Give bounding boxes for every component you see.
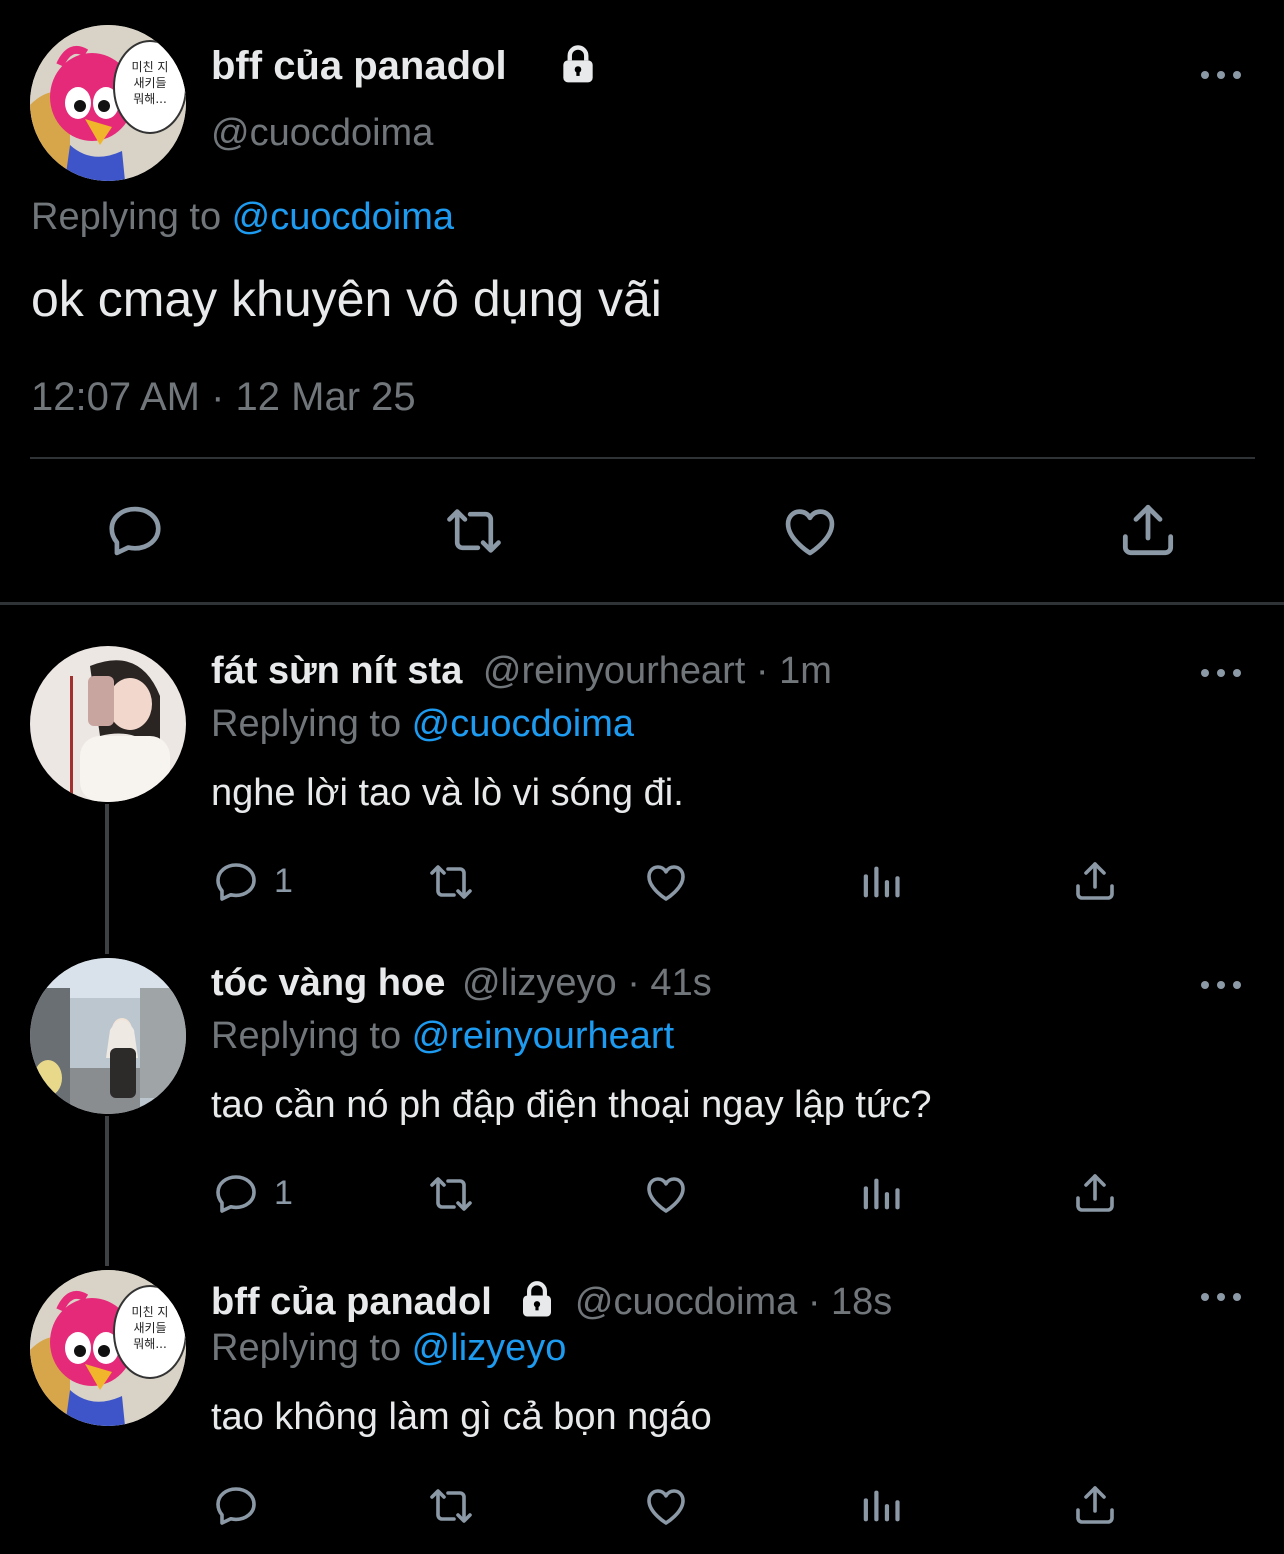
share-icon[interactable] — [1071, 1169, 1119, 1217]
views-icon[interactable] — [858, 858, 904, 906]
author-name[interactable]: tóc vàng hoe — [211, 962, 445, 1004]
reply-header: fát sừn nít sta @reinyourheart · 1m — [211, 650, 832, 693]
tweet-timestamp: 12:07 AM · 12 Mar 25 — [31, 375, 416, 419]
section-divider — [0, 602, 1284, 605]
like-icon[interactable] — [642, 1482, 690, 1530]
replying-label: Replying to — [31, 196, 232, 238]
share-icon[interactable] — [1071, 1481, 1119, 1529]
retweet-icon[interactable] — [441, 500, 507, 562]
share-icon[interactable] — [1071, 857, 1119, 905]
like-icon[interactable] — [779, 500, 841, 562]
reply-header: bff của panadol @cuocdoima · 18s — [211, 1278, 892, 1324]
replying-label: Replying to — [211, 703, 412, 745]
avatar[interactable] — [30, 958, 186, 1114]
replying-to-link[interactable]: @lizyeyo — [412, 1327, 567, 1369]
replying-label: Replying to — [211, 1327, 412, 1369]
views-icon[interactable] — [858, 1170, 904, 1218]
reply-count: 1 — [274, 1174, 293, 1212]
divider — [30, 457, 1255, 459]
author-name[interactable]: fát sừn nít sta — [211, 650, 462, 692]
retweet-icon[interactable] — [424, 1482, 478, 1530]
reply-icon[interactable] — [212, 1170, 260, 1218]
tweet-text: nghe lời tao và lò vi sóng đi. — [211, 772, 684, 814]
like-icon[interactable] — [642, 1170, 690, 1218]
author-meta[interactable]: @lizyeyo · 41s — [462, 962, 712, 1004]
views-icon[interactable] — [858, 1482, 904, 1530]
avatar[interactable] — [30, 1270, 186, 1426]
reply-header: tóc vàng hoe @lizyeyo · 41s — [211, 962, 712, 1005]
reply-icon[interactable] — [212, 858, 260, 906]
more-icon[interactable] — [1201, 1289, 1241, 1305]
tweet-text: tao cần nó ph đập điện thoại ngay lập tứ… — [211, 1084, 932, 1126]
replying-to-link[interactable]: @reinyourheart — [412, 1015, 674, 1057]
replying-label: Replying to — [211, 1015, 412, 1057]
replying-to: Replying to @cuocdoima — [31, 196, 454, 239]
reply-count: 1 — [274, 862, 293, 900]
replying-to: Replying to @reinyourheart — [211, 1015, 674, 1058]
replying-to-link[interactable]: @cuocdoima — [412, 703, 634, 745]
author-meta[interactable]: @reinyourheart · 1m — [483, 650, 832, 692]
reply-icon[interactable] — [104, 500, 166, 562]
more-icon[interactable] — [1201, 67, 1241, 83]
author-name[interactable]: bff của panadol — [211, 44, 507, 89]
tweet-text: tao không làm gì cả bọn ngáo — [211, 1396, 712, 1438]
replying-to-link[interactable]: @cuocdoima — [232, 196, 454, 238]
more-icon[interactable] — [1201, 977, 1241, 993]
reply-icon[interactable] — [212, 1482, 260, 1530]
retweet-icon[interactable] — [424, 858, 478, 906]
thread-line — [105, 1116, 109, 1266]
lock-icon — [516, 1278, 558, 1320]
like-icon[interactable] — [642, 858, 690, 906]
tweet-text: ok cmay khuyên vô dụng vãi — [31, 271, 662, 327]
author-meta[interactable]: @cuocdoima · 18s — [575, 1281, 892, 1323]
share-icon[interactable] — [1116, 498, 1180, 562]
author-handle[interactable]: @cuocdoima — [211, 112, 433, 155]
lock-icon — [556, 42, 600, 86]
thread-line — [105, 804, 109, 954]
avatar[interactable] — [30, 646, 186, 802]
replying-to: Replying to @cuocdoima — [211, 703, 634, 746]
more-icon[interactable] — [1201, 665, 1241, 681]
author-name[interactable]: bff của panadol — [211, 1281, 492, 1323]
avatar[interactable] — [30, 25, 186, 181]
replying-to: Replying to @lizyeyo — [211, 1327, 566, 1370]
retweet-icon[interactable] — [424, 1170, 478, 1218]
